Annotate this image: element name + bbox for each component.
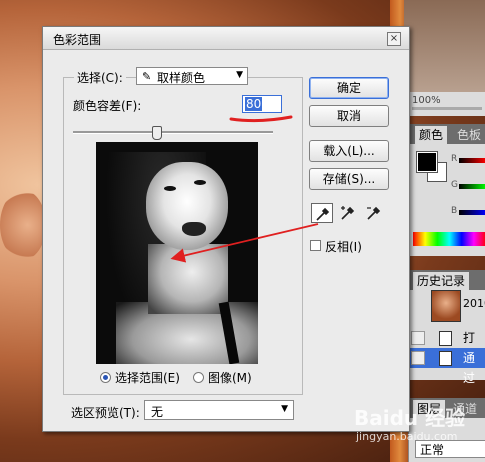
foreground-color-swatch[interactable]: [416, 151, 438, 173]
fuzziness-slider-thumb[interactable]: [152, 126, 162, 140]
color-panel-tabs: 颜色 色板: [409, 124, 485, 144]
color-spectrum-bar[interactable]: [413, 232, 485, 246]
channel-b-slider[interactable]: [459, 210, 485, 215]
channel-r-slider[interactable]: [459, 158, 485, 163]
fuzziness-slider-track[interactable]: [73, 131, 273, 134]
invert-checkbox[interactable]: [310, 240, 321, 251]
preview-eye: [164, 186, 176, 191]
save-button[interactable]: 存储(S)...: [309, 168, 389, 190]
document-icon: [439, 351, 452, 366]
fuzziness-label: 颜色容差(F):: [73, 99, 142, 113]
history-panel: 历史记录 2010 打开 通过: [408, 270, 485, 385]
image-radio[interactable]: [193, 372, 204, 383]
eyedropper-icon: ✎: [142, 70, 152, 83]
tab-color[interactable]: 颜色: [415, 126, 448, 144]
watermark-url: jingyan.baidu.com: [356, 430, 458, 443]
navigator-panel: 100%: [408, 92, 485, 116]
channel-b-label: B: [451, 206, 458, 216]
select-label: 选择(C):: [74, 69, 126, 86]
tab-history[interactable]: 历史记录: [413, 272, 470, 290]
background-top-right: [404, 0, 485, 92]
preview-eye: [194, 180, 206, 185]
background-ear: [0, 190, 46, 260]
preview-face: [146, 162, 228, 250]
eyedropper-minus-tool[interactable]: [363, 203, 385, 223]
preview-neck: [148, 244, 228, 314]
history-item-label: 通过: [463, 351, 476, 385]
snapshot-name: 2010: [463, 297, 485, 310]
selection-radio[interactable]: [100, 372, 111, 383]
history-item-layer-via[interactable]: 通过: [409, 348, 485, 385]
history-panel-tabs: 历史记录: [409, 270, 485, 290]
selection-preview-select[interactable]: 无 ▼: [144, 400, 294, 420]
invert-label: 反相(I): [325, 240, 362, 254]
baidu-watermark: Baidu 经验 jingyan.baidu.com: [354, 402, 484, 456]
chevron-down-icon: ▼: [281, 404, 288, 414]
color-range-dialog: 色彩范围 × 选择(C): ✎ 取样颜色 ▼ 颜色容差(F): 80 选择范围(…: [42, 26, 410, 432]
history-state-checkbox[interactable]: [411, 351, 425, 365]
load-button[interactable]: 载入(L)...: [309, 140, 389, 162]
selection-radio-label: 选择范围(E): [115, 371, 180, 385]
eyedropper-tool[interactable]: [311, 203, 333, 223]
image-radio-label: 图像(M): [208, 371, 252, 385]
ok-button[interactable]: 确定: [309, 77, 389, 99]
selection-preview-value: 无: [151, 405, 164, 419]
dialog-title: 色彩范围: [53, 33, 102, 47]
watermark-logo: Baidu 经验: [354, 406, 466, 430]
channel-g-slider[interactable]: [459, 184, 485, 189]
tab-swatches[interactable]: 色板: [453, 126, 485, 144]
eyedropper-plus-icon: [341, 206, 355, 220]
preview-mouth: [182, 222, 206, 236]
cancel-button[interactable]: 取消: [309, 105, 389, 127]
eyedropper-plus-tool[interactable]: [337, 203, 359, 223]
fuzziness-value: 80: [245, 97, 263, 111]
eyedropper-minus-icon: [367, 206, 381, 220]
history-state-checkbox[interactable]: [411, 331, 425, 345]
selection-preview[interactable]: [96, 142, 258, 364]
selection-preview-label: 选区预览(T):: [71, 406, 140, 420]
chevron-down-icon: ▼: [236, 70, 243, 80]
color-panel: 颜色 色板 R G B: [408, 124, 485, 256]
channel-g-label: G: [451, 180, 458, 190]
zoom-level: 100%: [412, 95, 441, 106]
red-underline-annotation: [229, 115, 293, 123]
eyedropper-icon: [316, 207, 330, 221]
dialog-titlebar[interactable]: 色彩范围 ×: [43, 27, 409, 50]
zoom-slider[interactable]: [412, 107, 482, 110]
select-value: 取样颜色: [157, 71, 206, 85]
select-dropdown[interactable]: ✎ 取样颜色 ▼: [136, 67, 248, 85]
channel-r-label: R: [451, 154, 458, 164]
document-icon: [439, 331, 452, 346]
snapshot-thumbnail[interactable]: [431, 290, 461, 322]
fuzziness-input[interactable]: 80: [242, 95, 282, 113]
close-icon[interactable]: ×: [387, 32, 401, 46]
history-item-open[interactable]: 打开: [409, 328, 485, 365]
